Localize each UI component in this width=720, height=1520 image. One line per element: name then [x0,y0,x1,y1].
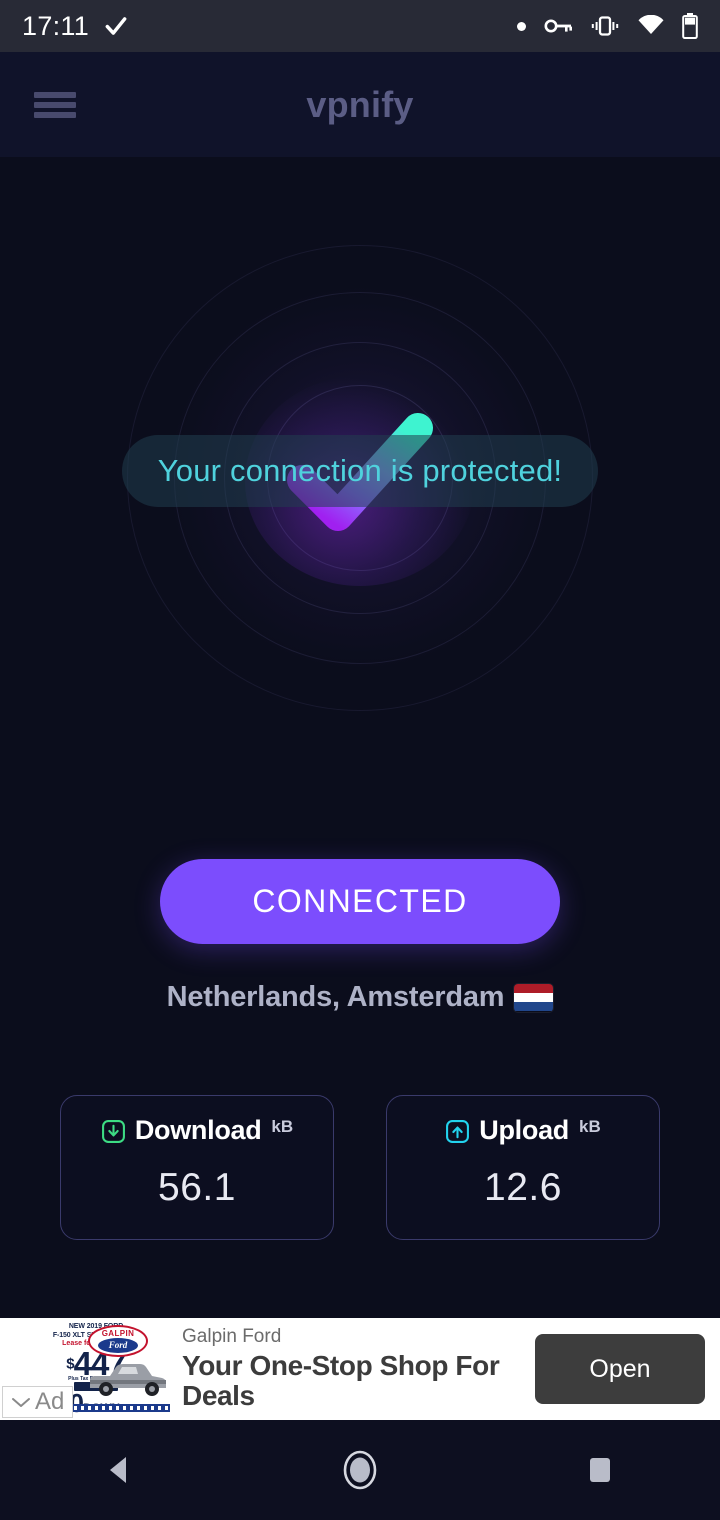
vpn-key-icon [544,19,572,33]
status-bar-left: 17:11 [22,11,129,42]
status-bar-clock: 17:11 [22,10,90,41]
ford-oval-logo: Ford [98,1337,138,1353]
upload-stat-card: Upload kB 12.6 [386,1095,660,1240]
traffic-stats: Download kB 56.1 Upload kB 12.6 [0,1095,720,1240]
phone-screen: 17:11 vpnify Your connection is protecte… [0,0,720,1520]
ad-text-block[interactable]: Galpin Ford Your One-Stop Shop For Deals [170,1326,535,1411]
recents-nav-button[interactable] [540,1420,660,1520]
status-bar-right [517,13,698,39]
upload-stat-header: Upload kB [445,1115,601,1146]
chevron-down-icon [12,1398,30,1407]
ad-headline: Your One-Stop Shop For Deals [182,1350,500,1412]
ad-badge-label: Ad [35,1388,65,1415]
ad-banner[interactable]: NEW 2019 FORDF-150 XLT SUPERCAB 4X2 Leas… [0,1318,720,1420]
dot-icon [517,21,526,31]
android-nav-bar [0,1420,720,1520]
back-nav-button[interactable] [60,1420,180,1520]
home-nav-icon [343,1450,377,1490]
status-bar: 17:11 [0,0,720,52]
download-stat-card: Download kB 56.1 [60,1095,334,1240]
download-icon [101,1120,125,1143]
download-stat-unit: kB [271,1117,294,1136]
galpin-wordmark: GALPIN [101,1328,135,1338]
home-nav-button[interactable] [300,1420,420,1520]
protected-banner: Your connection is protected! [122,435,598,507]
download-stat-value: 56.1 [158,1166,236,1209]
netherlands-flag-icon [514,983,554,1012]
back-nav-icon [110,1457,126,1483]
ford-truck-image [90,1364,166,1396]
upload-icon [446,1120,470,1143]
download-stat-label: Download [134,1115,262,1145]
main-content: Your connection is protected! CONNECTED … [0,157,720,1305]
ad-open-button[interactable]: Open [535,1334,705,1404]
battery-icon [682,13,698,39]
ad-creative-image[interactable]: NEW 2019 FORDF-150 XLT SUPERCAB 4X2 Leas… [0,1318,170,1420]
ad-advertiser-name: Galpin Ford [182,1326,282,1348]
download-stat-header: Download kB [101,1115,293,1146]
upload-stat-value: 12.6 [484,1166,562,1209]
upload-stat-unit: kB [578,1117,601,1136]
connected-status-label: CONNECTED [252,883,468,919]
vibrate-icon [591,16,619,36]
server-location[interactable]: Netherlands, Amsterdam [0,981,720,1014]
server-location-label: Netherlands, Amsterdam [166,981,505,1013]
connected-status-button[interactable]: CONNECTED [160,859,560,944]
upload-stat-label: Upload [479,1115,569,1145]
galpin-ford-logo: GALPIN Ford [88,1325,148,1357]
protected-banner-text: Your connection is protected! [157,453,563,488]
check-icon [105,17,127,35]
ad-disclosure-badge[interactable]: Ad [2,1386,74,1418]
recents-nav-icon [590,1458,610,1482]
app-title: vpnify [306,83,414,125]
wifi-icon [638,15,664,34]
app-bar: vpnify [0,52,720,157]
